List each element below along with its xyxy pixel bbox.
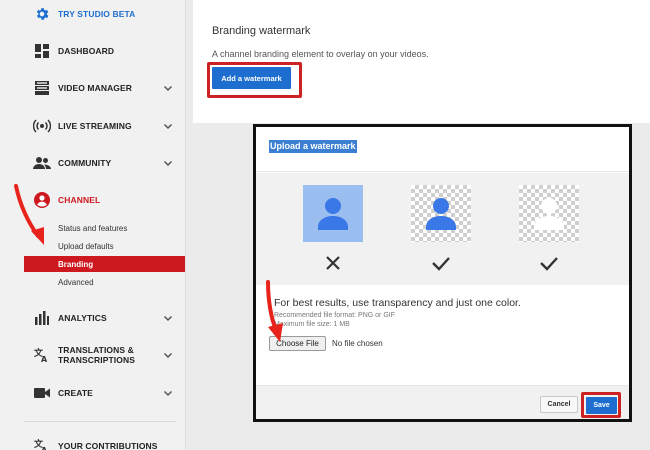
divider xyxy=(256,171,629,172)
sidebar-item-translations-transcriptions[interactable]: 文A TRANSLATIONS & TRANSCRIPTIONS xyxy=(0,341,186,369)
sidebar-item-label: YOUR CONTRIBUTIONS xyxy=(58,441,158,450)
example-transparent-background xyxy=(411,185,471,242)
chevron-down-icon xyxy=(163,352,173,359)
gear-icon xyxy=(33,5,51,23)
sidebar-subitem-branding[interactable]: Branding xyxy=(24,256,185,272)
watermark-examples xyxy=(256,173,629,285)
cancel-button[interactable]: Cancel xyxy=(540,396,578,413)
sidebar-item-community[interactable]: COMMUNITY xyxy=(0,149,186,177)
recommended-format: Recommended file format: PNG or GIF xyxy=(274,312,395,319)
branding-description: A channel branding element to overlay on… xyxy=(212,49,429,59)
sidebar-item-your-contributions[interactable]: 文A YOUR CONTRIBUTIONS xyxy=(0,432,186,450)
chevron-down-icon xyxy=(163,85,173,92)
upload-watermark-dialog: Upload a watermark For best results, use… xyxy=(253,124,632,422)
file-picker: Choose File No file chosen xyxy=(269,336,383,351)
sidebar-item-video-manager[interactable]: VIDEO MANAGER xyxy=(0,74,186,102)
sidebar-item-analytics[interactable]: ANALYTICS xyxy=(0,304,186,332)
bar-chart-icon xyxy=(33,309,51,327)
sidebar-item-label: CREATE xyxy=(58,388,93,398)
check-icon xyxy=(432,257,450,271)
chevron-down-icon xyxy=(163,123,173,130)
chevron-down-icon xyxy=(163,315,173,322)
sidebar-divider xyxy=(24,421,176,422)
video-manager-icon xyxy=(33,79,51,97)
sidebar-item-channel[interactable]: CHANNEL xyxy=(0,186,186,214)
sidebar-item-label: VIDEO MANAGER xyxy=(58,83,133,93)
community-icon xyxy=(33,154,51,172)
translate-icon: 文A xyxy=(33,346,51,364)
svg-text:A: A xyxy=(41,355,48,363)
sidebar-item-label: COMMUNITY xyxy=(58,158,112,168)
translations-label-line2: TRANSCRIPTIONS xyxy=(58,355,135,365)
person-icon xyxy=(318,198,348,230)
cross-icon xyxy=(326,256,340,270)
max-file-size: Maximum file size: 1 MB xyxy=(274,321,350,328)
person-icon xyxy=(534,198,564,230)
translations-label-line1: TRANSLATIONS & xyxy=(58,345,134,355)
dialog-title: Upload a watermark xyxy=(269,140,357,153)
sidebar-item-try-studio-beta[interactable]: TRY STUDIO BETA xyxy=(0,0,186,28)
sidebar-subitem-status-and-features[interactable]: Status and features xyxy=(24,220,185,236)
branding-title: Branding watermark xyxy=(212,25,311,37)
sidebar-item-label: DASHBOARD xyxy=(58,46,115,56)
person-icon xyxy=(426,198,456,230)
example-solid-background xyxy=(303,185,363,242)
video-camera-icon xyxy=(33,384,51,402)
file-status: No file chosen xyxy=(332,339,383,348)
sidebar-subitem-upload-defaults[interactable]: Upload defaults xyxy=(24,238,185,254)
svg-text:A: A xyxy=(41,446,48,450)
account-circle-icon xyxy=(33,191,51,209)
chevron-down-icon xyxy=(163,160,173,167)
sidebar-subitem-advanced[interactable]: Advanced xyxy=(24,274,185,290)
choose-file-button[interactable]: Choose File xyxy=(269,336,326,351)
sidebar-item-label: CHANNEL xyxy=(58,195,101,205)
sidebar-item-label: LIVE STREAMING xyxy=(58,121,132,131)
dashboard-icon xyxy=(33,42,51,60)
transparency-tip: For best results, use transparency and j… xyxy=(274,297,521,309)
dialog-footer: Cancel Save xyxy=(256,385,629,419)
example-white-transparent xyxy=(519,185,579,242)
sidebar-item-label: TRY STUDIO BETA xyxy=(58,9,136,19)
sidebar-item-label: TRANSLATIONS & TRANSCRIPTIONS xyxy=(58,345,135,365)
sidebar: TRY STUDIO BETA DASHBOARD VIDEO MANAGER … xyxy=(0,0,186,450)
sidebar-item-live-streaming[interactable]: LIVE STREAMING xyxy=(0,112,186,140)
sidebar-item-dashboard[interactable]: DASHBOARD xyxy=(0,37,186,65)
live-streaming-icon xyxy=(33,117,51,135)
sidebar-item-label: ANALYTICS xyxy=(58,313,107,323)
save-button[interactable]: Save xyxy=(586,397,617,414)
check-icon xyxy=(540,257,558,271)
chevron-down-icon xyxy=(163,390,173,397)
add-watermark-button[interactable]: Add a watermark xyxy=(212,67,291,89)
translate-icon: 文A xyxy=(33,437,51,450)
sidebar-item-create[interactable]: CREATE xyxy=(0,379,186,407)
